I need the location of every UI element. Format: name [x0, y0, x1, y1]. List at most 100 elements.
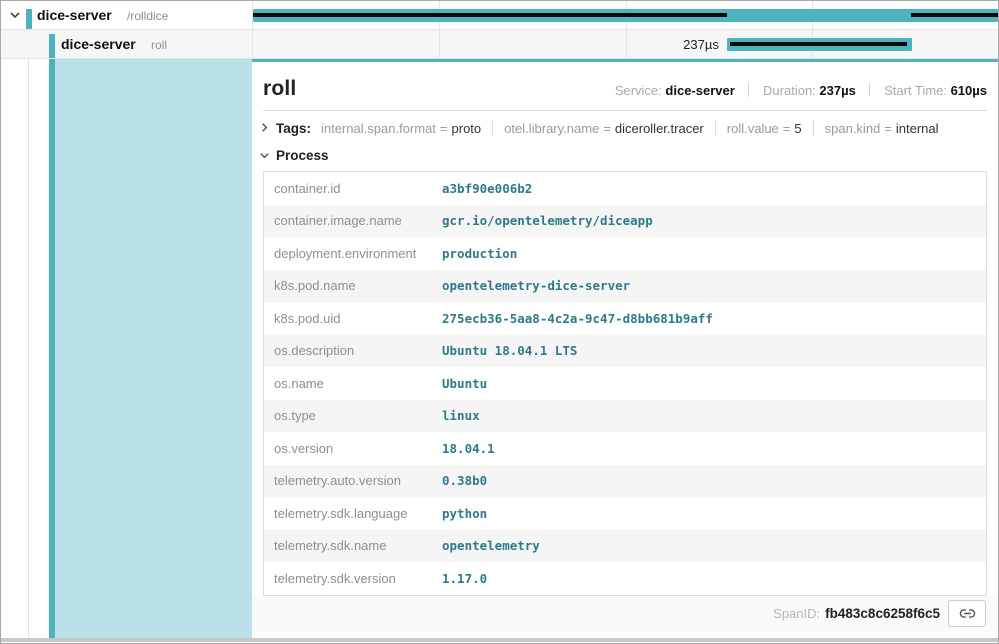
field-key: k8s.pod.uid — [264, 311, 442, 326]
tag-divider — [715, 120, 716, 136]
table-row: deployment.environmentproduction — [264, 237, 986, 270]
tag-equals: = — [599, 121, 615, 136]
field-value: Ubuntu 18.04.1 LTS — [442, 343, 986, 358]
span-self-time-segment — [911, 13, 998, 17]
field-value: a3bf90e006b2 — [442, 181, 986, 196]
link-icon — [959, 605, 976, 622]
table-row: os.descriptionUbuntu 18.04.1 LTS — [264, 335, 986, 368]
tag-equals: = — [779, 121, 795, 136]
field-value: opentelemetry — [442, 538, 986, 553]
tag-item: internal.span.format=proto — [321, 121, 481, 136]
span-tree-gutter — [1, 59, 252, 638]
span-detail-region: roll Service: dice-server Duration: 237µ… — [1, 59, 998, 638]
field-key: os.type — [264, 408, 442, 423]
field-key: os.description — [264, 343, 442, 358]
deep-link-button[interactable] — [948, 600, 986, 627]
timeline-cell — [252, 1, 998, 29]
table-row: telemetry.sdk.version1.17.0 — [264, 562, 986, 595]
tag-item: roll.value=5 — [727, 121, 802, 136]
span-id-value: fb483c8c6258f6c5 — [825, 606, 940, 621]
tags-accordion[interactable]: Tags: internal.span.format=proto otel.li… — [252, 111, 998, 144]
table-row: container.image.namegcr.io/opentelemetry… — [264, 205, 986, 238]
meta-divider — [869, 83, 870, 97]
span-service-name: dice-server — [37, 7, 112, 23]
span-meta: Service: dice-server Duration: 237µs Sta… — [615, 83, 987, 98]
tag-item: otel.library.name=diceroller.tracer — [504, 121, 704, 136]
span-name-cell[interactable]: dice-server roll — [1, 30, 252, 58]
duration-label: Duration: — [763, 83, 816, 98]
tag-equals: = — [880, 121, 896, 136]
table-row: os.typelinux — [264, 400, 986, 433]
table-row: telemetry.sdk.nameopentelemetry — [264, 530, 986, 563]
field-key: container.id — [264, 181, 442, 196]
field-key: deployment.environment — [264, 246, 442, 261]
span-bar-rolldice[interactable] — [253, 9, 998, 22]
field-key: os.name — [264, 376, 442, 391]
span-row-roll-selected[interactable]: dice-server roll 237µs — [1, 30, 998, 59]
timeline-gridline — [439, 30, 440, 58]
chevron-right-icon — [258, 121, 274, 135]
timeline-gridline — [626, 30, 627, 58]
chevron-down-icon[interactable] — [8, 8, 22, 22]
selected-span-highlight — [55, 59, 252, 638]
span-operation-name: roll — [151, 38, 167, 52]
chevron-down-icon — [258, 149, 274, 163]
tag-value: internal — [896, 121, 939, 136]
span-detail-header: roll Service: dice-server Duration: 237µ… — [252, 62, 998, 110]
span-operation-name: /rolldice — [127, 9, 168, 23]
tag-divider — [492, 120, 493, 136]
span-self-time-segment — [253, 13, 727, 17]
timeline-cell: 237µs — [252, 30, 998, 58]
span-title: roll — [263, 77, 296, 101]
field-key: os.version — [264, 441, 442, 456]
field-value: 0.38b0 — [442, 473, 986, 488]
field-value: production — [442, 246, 986, 261]
tag-equals: = — [436, 121, 452, 136]
table-row: os.version18.04.1 — [264, 432, 986, 465]
span-color-bar — [49, 34, 55, 58]
field-value: python — [442, 506, 986, 521]
span-id-label: SpanID: — [773, 606, 820, 621]
row-bottom-divider — [1, 638, 998, 642]
field-value: 1.17.0 — [442, 571, 986, 586]
service-value: dice-server — [665, 83, 734, 98]
tag-item: span.kind=internal — [825, 121, 939, 136]
jaeger-span-detail-view: dice-server /rolldice dice-server roll 2… — [0, 0, 999, 644]
span-service-name: dice-server — [61, 36, 136, 52]
field-key: telemetry.auto.version — [264, 473, 442, 488]
service-label: Service: — [615, 83, 662, 98]
tag-value: proto — [452, 121, 482, 136]
span-detail-footer: SpanID: fb483c8c6258f6c5 — [252, 596, 998, 632]
table-row: telemetry.auto.version0.38b0 — [264, 465, 986, 498]
start-time-value: 610µs — [951, 83, 987, 98]
duration-value: 237µs — [819, 83, 855, 98]
field-key: container.image.name — [264, 213, 442, 228]
table-row: container.ida3bf90e006b2 — [264, 172, 986, 205]
table-row: k8s.pod.nameopentelemetry-dice-server — [264, 270, 986, 303]
table-row: k8s.pod.uid275ecb36-5aa8-4c2a-9c47-d8bb6… — [264, 302, 986, 335]
field-value: Ubuntu — [442, 376, 986, 391]
process-label: Process — [276, 148, 329, 163]
field-value: opentelemetry-dice-server — [442, 278, 986, 293]
field-value: gcr.io/opentelemetry/diceapp — [442, 213, 986, 228]
field-value: 275ecb36-5aa8-4c2a-9c47-d8bb681b9aff — [442, 311, 986, 326]
meta-divider — [748, 83, 749, 97]
tag-key: otel.library.name — [504, 121, 599, 136]
tag-divider — [813, 120, 814, 136]
span-detail-panel: roll Service: dice-server Duration: 237µ… — [252, 59, 998, 638]
tag-key: span.kind — [825, 121, 881, 136]
process-accordion[interactable]: Process — [252, 144, 998, 171]
span-duration-label: 237µs — [683, 37, 719, 52]
tag-value: diceroller.tracer — [615, 121, 704, 136]
span-bar-roll[interactable] — [727, 38, 912, 51]
span-row-rolldice[interactable]: dice-server /rolldice — [1, 1, 998, 30]
tags-label: Tags: — [276, 121, 311, 136]
field-key: telemetry.sdk.name — [264, 538, 442, 553]
table-row: telemetry.sdk.languagepython — [264, 497, 986, 530]
tag-value: 5 — [794, 121, 801, 136]
start-time-label: Start Time: — [884, 83, 947, 98]
table-row: os.nameUbuntu — [264, 367, 986, 400]
span-color-bar — [26, 9, 32, 29]
span-name-cell[interactable]: dice-server /rolldice — [1, 1, 252, 29]
tag-key: roll.value — [727, 121, 779, 136]
